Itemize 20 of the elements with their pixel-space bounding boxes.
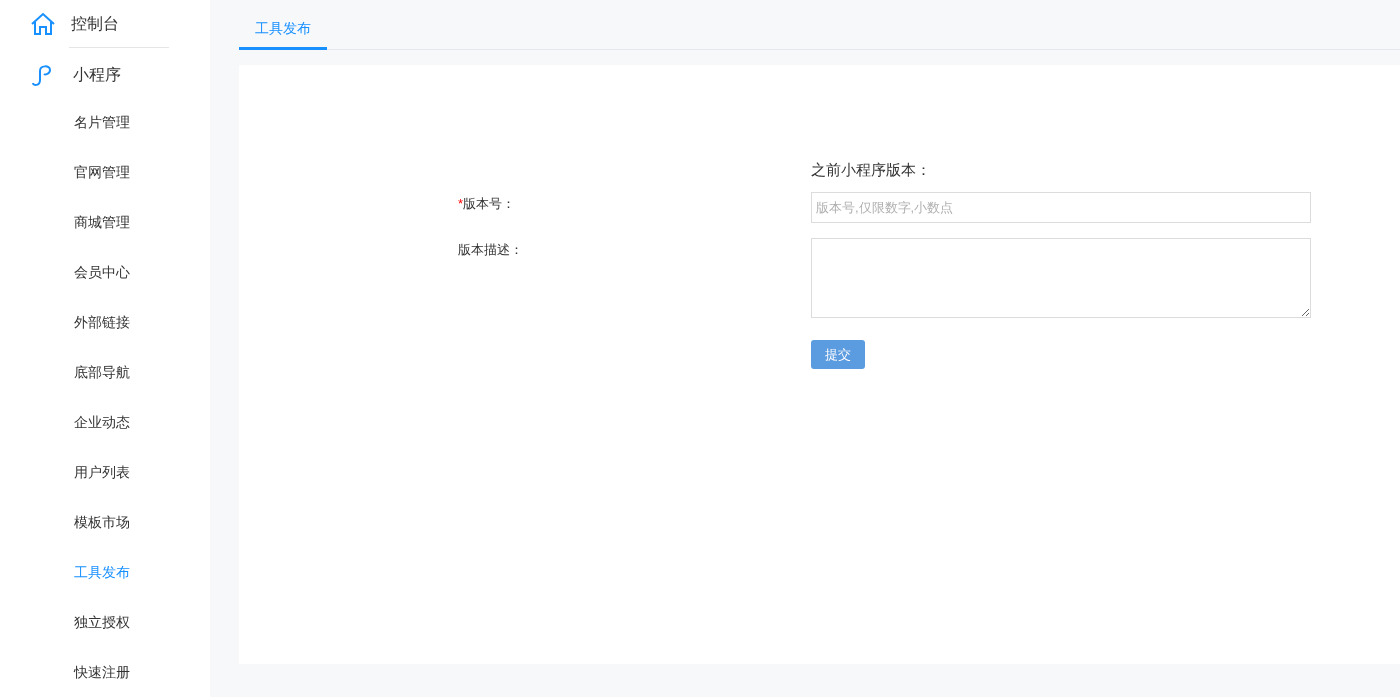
version-input[interactable]: 版本号,仅限数字,小数点 bbox=[811, 192, 1311, 223]
sidebar-item[interactable]: 企业动态 bbox=[0, 397, 210, 447]
sidebar-item[interactable]: 用户列表 bbox=[0, 447, 210, 497]
sidebar-item[interactable]: 快速注册 bbox=[0, 647, 210, 697]
home-icon bbox=[30, 11, 56, 36]
sidebar-item[interactable]: 外部链接 bbox=[0, 297, 210, 347]
sidebar-item[interactable]: 模板市场 bbox=[0, 497, 210, 547]
sidebar-item[interactable]: 名片管理 bbox=[0, 97, 210, 147]
description-textarea[interactable] bbox=[811, 238, 1311, 318]
field-label: *版本号： bbox=[458, 195, 517, 213]
sidebar-item[interactable]: 独立授权 bbox=[0, 597, 210, 647]
sidebar-section[interactable]: 控制台 bbox=[71, 11, 119, 36]
field-label: 版本描述： bbox=[458, 241, 524, 259]
sidebar-item[interactable]: 商城管理 bbox=[0, 197, 210, 247]
sidebar-section[interactable]: 小程序 bbox=[73, 62, 121, 87]
curve-icon bbox=[30, 62, 54, 87]
sidebar-item[interactable]: 会员中心 bbox=[0, 247, 210, 297]
sidebar-item[interactable]: 底部导航 bbox=[0, 347, 210, 397]
sidebar-item[interactable]: 官网管理 bbox=[0, 147, 210, 197]
version-heading: 之前小程序版本： bbox=[811, 160, 932, 180]
